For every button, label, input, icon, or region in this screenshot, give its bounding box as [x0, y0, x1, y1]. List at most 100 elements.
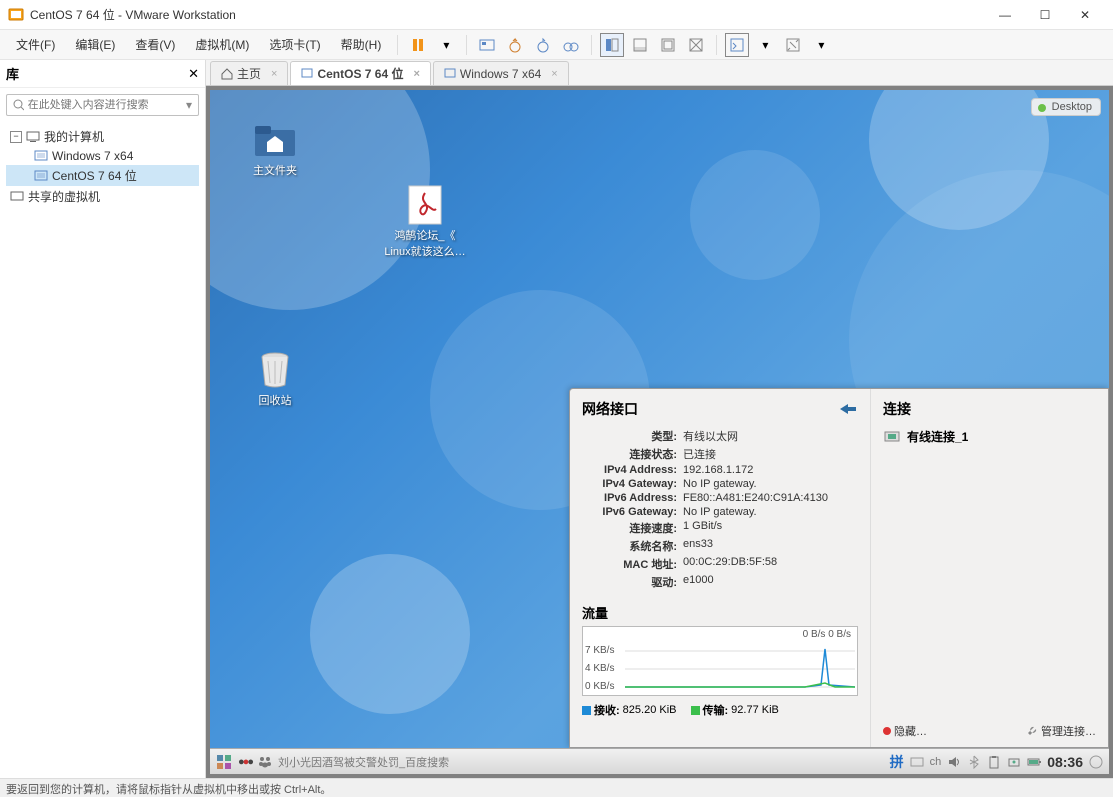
guest-taskbar: ●●● 刘小光因酒驾被交警处罚_百度搜索 拼 ch 08:36: [210, 748, 1109, 774]
vm-icon: [301, 68, 313, 80]
net-speed: 1 GBit/s: [683, 520, 858, 536]
statusbar-text: 要返回到您的计算机，请将鼠标指针从虚拟机中移出或按 Ctrl+Alt。: [6, 784, 331, 796]
keyboard-icon[interactable]: [910, 755, 924, 769]
window-titlebar: CentOS 7 64 位 - VMware Workstation ― ☐ ✕: [0, 0, 1113, 30]
desktop-pdf-file[interactable]: 鸿鹄论坛_《 Linux就该这么…: [380, 185, 470, 259]
flow-chart: 0 B/s 0 B/s 7 KB/s 4 KB/s 0 KB/s: [582, 626, 858, 696]
pause-button[interactable]: [406, 33, 430, 57]
desktop-icon-label: 回收站: [230, 392, 320, 408]
lang-indicator[interactable]: ch: [930, 756, 942, 768]
tab-win7[interactable]: Windows 7 x64×: [433, 61, 569, 85]
menu-vm[interactable]: 虚拟机(M): [185, 32, 259, 57]
search-dropdown-icon[interactable]: ▾: [186, 98, 192, 112]
collapse-icon[interactable]: −: [10, 131, 22, 143]
wrench-icon: [1026, 725, 1038, 737]
net-ipv6-address: FE80::A481:E240:C91A:4130: [683, 492, 858, 504]
network-tray-icon[interactable]: [1007, 755, 1021, 769]
menu-file[interactable]: 文件(F): [6, 32, 65, 57]
tab-home[interactable]: 主页×: [210, 61, 288, 85]
network-panel: 网络接口 类型:有线以太网 连接状态:已连接 IPv4 Address:192.…: [569, 388, 1109, 748]
clipboard-icon[interactable]: [987, 755, 1001, 769]
desktop-trash[interactable]: 回收站: [230, 350, 320, 408]
snapshot-button[interactable]: [503, 33, 527, 57]
flow-stats: 接收:825.20 KiB 传输:92.77 KiB: [582, 702, 858, 718]
close-icon[interactable]: ×: [551, 68, 557, 80]
sidebar-close-icon[interactable]: ✕: [188, 66, 199, 82]
desktop-icon-label: 鸿鹄论坛_《: [380, 227, 470, 243]
workspace-badge[interactable]: Desktop: [1031, 98, 1101, 116]
snapshot-manager-button[interactable]: [559, 33, 583, 57]
menu-edit[interactable]: 编辑(E): [65, 32, 125, 57]
tab-strip: 主页× CentOS 7 64 位× Windows 7 x64×: [206, 60, 1113, 86]
fullscreen-button[interactable]: [656, 33, 680, 57]
power-dropdown[interactable]: ▾: [434, 33, 458, 57]
view-single-button[interactable]: [600, 33, 624, 57]
vm-icon: [444, 68, 456, 80]
user-menu-icon[interactable]: [1089, 755, 1103, 769]
home-icon: [221, 68, 233, 80]
vmware-statusbar: 要返回到您的计算机，请将鼠标指针从虚拟机中移出或按 Ctrl+Alt。: [0, 778, 1113, 797]
menu-help[interactable]: 帮助(H): [331, 32, 392, 57]
close-button[interactable]: ✕: [1065, 1, 1105, 29]
computer-icon: [26, 131, 40, 143]
clock[interactable]: 08:36: [1047, 754, 1083, 770]
sidebar-header: 库 ✕: [0, 60, 205, 88]
back-arrow-icon[interactable]: [838, 402, 858, 416]
send-cad-button[interactable]: [475, 33, 499, 57]
minimize-button[interactable]: ―: [985, 1, 1025, 29]
tree-win7[interactable]: Windows 7 x64: [6, 147, 199, 165]
menubar: 文件(F) 编辑(E) 查看(V) 虚拟机(M) 选项卡(T) 帮助(H) ▾ …: [0, 30, 1113, 60]
trash-icon: [253, 350, 297, 390]
vm-icon: [34, 150, 48, 162]
revert-button[interactable]: [531, 33, 555, 57]
vmware-icon: [8, 7, 24, 23]
desktop-icon-label: 主文件夹: [230, 162, 320, 178]
volume-icon[interactable]: [947, 755, 961, 769]
desktop-home-folder[interactable]: 主文件夹: [230, 120, 320, 178]
stretch-button[interactable]: [781, 33, 805, 57]
net-state: 已连接: [683, 446, 858, 462]
paw-icon[interactable]: [258, 755, 272, 769]
menu-view[interactable]: 查看(V): [125, 32, 185, 57]
hide-link[interactable]: 隐藏…: [883, 723, 927, 739]
unity-button[interactable]: [684, 33, 708, 57]
net-ipv6-gateway: No IP gateway.: [683, 506, 858, 518]
battery-icon[interactable]: [1027, 755, 1041, 769]
net-type: 有线以太网: [683, 428, 858, 444]
taskbar-search-hint[interactable]: 刘小光因酒驾被交警处罚_百度搜索: [278, 754, 449, 770]
library-search[interactable]: ▾: [6, 94, 199, 116]
maximize-button[interactable]: ☐: [1025, 1, 1065, 29]
library-sidebar: 库 ✕ ▾ −我的计算机 Windows 7 x64 CentOS 7 64 位…: [0, 60, 206, 778]
apps-menu-icon[interactable]: [216, 754, 232, 770]
connection-item[interactable]: 有线连接_1: [883, 427, 1096, 445]
sidebar-title: 库: [6, 64, 19, 83]
tree-centos[interactable]: CentOS 7 64 位: [6, 165, 199, 186]
bluetooth-icon[interactable]: [967, 755, 981, 769]
console-dropdown[interactable]: ▾: [753, 33, 777, 57]
desktop-icon-label: Linux就该这么…: [380, 243, 470, 259]
guest-screen[interactable]: Desktop 主文件夹 鸿鹄论坛_《 Linux就该这么… 回收站 网络接口: [210, 90, 1109, 774]
main-area: 主页× CentOS 7 64 位× Windows 7 x64× Deskto…: [206, 60, 1113, 778]
manage-connections-link[interactable]: 管理连接…: [1026, 723, 1096, 739]
net-mac: 00:0C:29:DB:5F:58: [683, 556, 858, 572]
close-icon[interactable]: ×: [413, 68, 419, 80]
stretch-dropdown[interactable]: ▾: [809, 33, 833, 57]
console-button[interactable]: [725, 33, 749, 57]
search-icon: [13, 99, 24, 111]
computer-icon: [10, 191, 24, 203]
view-thumb-button[interactable]: [628, 33, 652, 57]
tree-shared[interactable]: 共享的虚拟机: [6, 186, 199, 207]
window-title: CentOS 7 64 位 - VMware Workstation: [30, 6, 985, 23]
net-ipv4-address: 192.168.1.172: [683, 464, 858, 476]
close-icon[interactable]: ×: [271, 68, 277, 80]
tab-centos[interactable]: CentOS 7 64 位×: [290, 61, 430, 85]
search-input[interactable]: [28, 99, 186, 111]
pdf-icon: [403, 185, 447, 225]
net-driver: e1000: [683, 574, 858, 590]
tree-my-computer[interactable]: −我的计算机: [6, 126, 199, 147]
flow-title: 流量: [582, 603, 858, 622]
ime-indicator[interactable]: 拼: [890, 752, 904, 772]
menu-tabs[interactable]: 选项卡(T): [259, 32, 330, 57]
workspace-dots-icon[interactable]: ●●●: [238, 756, 252, 768]
library-tree: −我的计算机 Windows 7 x64 CentOS 7 64 位 共享的虚拟…: [0, 122, 205, 211]
